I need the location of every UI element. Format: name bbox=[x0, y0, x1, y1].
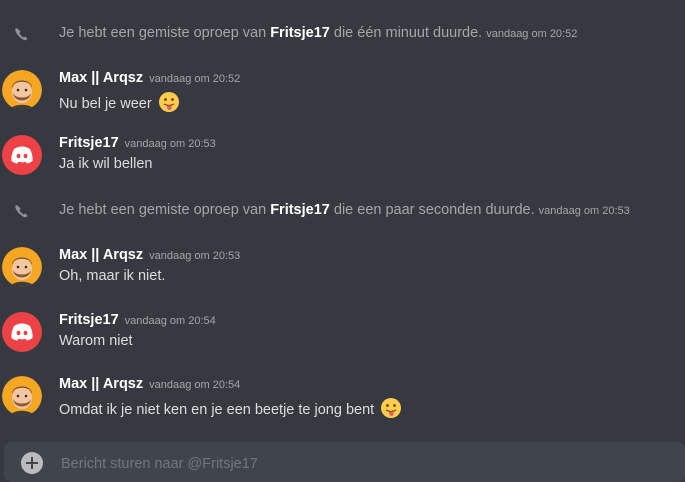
message-group: Max || Arqsz vandaag om 20:54 Omdat ik je… bbox=[0, 376, 685, 426]
message-composer bbox=[4, 442, 685, 482]
system-message-missed-call: Je hebt een gemiste oproep van Fritsje17… bbox=[0, 23, 685, 45]
author-name[interactable]: Max || Arqsz bbox=[59, 376, 143, 392]
author-name[interactable]: Fritsje17 bbox=[59, 312, 119, 328]
system-text: die een paar seconden duurde. bbox=[329, 202, 535, 218]
message-group: Fritsje17 vandaag om 20:54 Warom niet bbox=[0, 312, 685, 357]
avatar[interactable] bbox=[2, 376, 42, 416]
discord-logo-avatar bbox=[11, 323, 33, 341]
timestamp: vandaag om 20:52 bbox=[486, 28, 578, 40]
message-content: Nu bel je weer bbox=[59, 91, 180, 113]
system-text: die één minuut duurde. bbox=[329, 25, 483, 41]
bearded-man-avatar bbox=[2, 247, 42, 287]
timestamp: vandaag om 20:54 bbox=[149, 379, 241, 391]
timestamp: vandaag om 20:53 bbox=[149, 250, 241, 262]
avatar[interactable] bbox=[2, 312, 42, 352]
avatar[interactable] bbox=[2, 70, 42, 110]
author-name[interactable]: Fritsje17 bbox=[59, 135, 119, 151]
tongue-out-emoji[interactable] bbox=[158, 91, 180, 113]
message-group: Max || Arqsz vandaag om 20:53 Oh, maar ik… bbox=[0, 247, 685, 292]
plus-circle-icon[interactable] bbox=[21, 452, 43, 474]
avatar[interactable] bbox=[2, 135, 42, 175]
message-group: Max || Arqsz vandaag om 20:52 Nu bel je w… bbox=[0, 70, 685, 120]
system-text: Je hebt een gemiste oproep van bbox=[59, 202, 271, 218]
message-text: Oh, maar ik niet. bbox=[59, 268, 166, 284]
message-text: Ja ik wil bellen bbox=[59, 156, 153, 172]
message-header: Fritsje17 vandaag om 20:53 bbox=[59, 135, 216, 151]
message-content: Ja ik wil bellen bbox=[59, 156, 153, 172]
timestamp: vandaag om 20:52 bbox=[149, 73, 241, 85]
phone-missed-icon bbox=[15, 28, 28, 41]
system-message-text: Je hebt een gemiste oproep van Fritsje17… bbox=[59, 202, 630, 218]
author-name[interactable]: Max || Arqsz bbox=[59, 70, 143, 86]
discord-logo-avatar bbox=[11, 146, 33, 164]
message-content: Warom niet bbox=[59, 333, 133, 349]
message-text: Nu bel je weer bbox=[59, 96, 152, 112]
system-message-text: Je hebt een gemiste oproep van Fritsje17… bbox=[59, 25, 577, 41]
message-header: Max || Arqsz vandaag om 20:54 bbox=[59, 376, 240, 392]
system-message-missed-call: Je hebt een gemiste oproep van Fritsje17… bbox=[0, 200, 685, 222]
message-list: Je hebt een gemiste oproep van Fritsje17… bbox=[0, 0, 685, 440]
phone-missed-icon bbox=[15, 205, 28, 218]
author-name[interactable]: Max || Arqsz bbox=[59, 247, 143, 263]
message-header: Fritsje17 vandaag om 20:54 bbox=[59, 312, 216, 328]
message-header: Max || Arqsz vandaag om 20:53 bbox=[59, 247, 240, 263]
caller-name[interactable]: Fritsje17 bbox=[270, 25, 330, 41]
caller-name[interactable]: Fritsje17 bbox=[270, 202, 330, 218]
system-text: Je hebt een gemiste oproep van bbox=[59, 25, 271, 41]
tongue-out-emoji[interactable] bbox=[380, 397, 402, 419]
message-text: Omdat ik je niet ken en je een beetje te… bbox=[59, 402, 375, 418]
message-group: Fritsje17 vandaag om 20:53 Ja ik wil bell… bbox=[0, 135, 685, 180]
message-input[interactable] bbox=[61, 452, 621, 476]
timestamp: vandaag om 20:53 bbox=[124, 138, 216, 150]
message-text: Warom niet bbox=[59, 333, 133, 349]
timestamp: vandaag om 20:53 bbox=[538, 205, 630, 217]
timestamp: vandaag om 20:54 bbox=[124, 315, 216, 327]
avatar[interactable] bbox=[2, 247, 42, 287]
message-content: Oh, maar ik niet. bbox=[59, 268, 165, 284]
bearded-man-avatar bbox=[2, 70, 42, 110]
message-content: Omdat ik je niet ken en je een beetje te… bbox=[59, 397, 402, 419]
message-header: Max || Arqsz vandaag om 20:52 bbox=[59, 70, 240, 86]
bearded-man-avatar bbox=[2, 376, 42, 416]
